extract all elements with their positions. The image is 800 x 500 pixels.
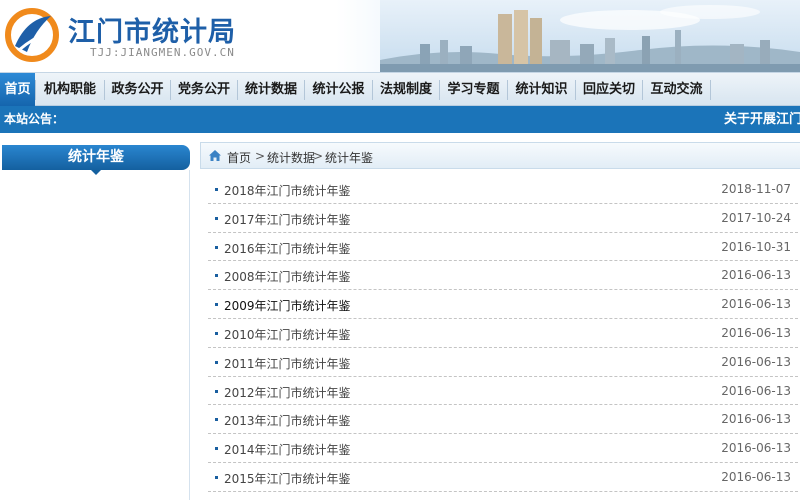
home-icon[interactable] <box>208 149 222 162</box>
nav-divider <box>710 80 711 100</box>
square-bullet-icon <box>215 303 218 307</box>
list-item[interactable]: 2010年江门市统计年鉴 2016-06-13 <box>208 319 798 348</box>
breadcrumb-current: 统计年鉴 <box>325 151 374 165</box>
square-bullet-icon <box>215 360 218 364</box>
list-item[interactable]: 2009年江门市统计年鉴 2016-06-13 <box>208 290 798 319</box>
main-nav: 首页 机构职能 政务公开 党务公开 统计数据 统计公报 法规制度 学习专题 统计… <box>0 72 800 106</box>
nav-item-statistics-data[interactable]: 统计数据 <box>238 73 304 106</box>
site-header: 江门市统计局 TJJ:JIANGMEN.GOV.CN <box>0 0 800 72</box>
square-bullet-icon <box>215 245 218 249</box>
list-item-title[interactable]: 2016年江门市统计年鉴 <box>224 240 351 257</box>
square-bullet-icon <box>215 274 218 278</box>
city-skyline-banner <box>380 0 800 72</box>
list-item-date: 2016-06-13 <box>721 383 791 398</box>
list-item[interactable]: 2011年江门市统计年鉴 2016-06-13 <box>208 348 798 377</box>
square-bullet-icon <box>215 475 218 479</box>
list-item-date: 2016-10-31 <box>721 239 791 254</box>
list-item-date: 2016-06-13 <box>721 469 791 484</box>
sidebar-title-pointer <box>91 170 101 175</box>
list-item-title[interactable]: 2008年江门市统计年鉴 <box>224 268 351 285</box>
nav-item-interaction[interactable]: 互动交流 <box>643 73 710 106</box>
breadcrumb: 首页 > 统计数据 > 统计年鉴 <box>200 142 800 169</box>
list-item-title[interactable]: 2015年江门市统计年鉴 <box>224 470 351 487</box>
nav-item-home[interactable]: 首页 <box>0 73 35 106</box>
list-item[interactable]: 2015年江门市统计年鉴 2016-06-13 <box>208 463 798 492</box>
sidebar-panel <box>2 170 190 500</box>
square-bullet-icon <box>215 331 218 335</box>
list-item-date: 2017-10-24 <box>721 210 791 225</box>
sidebar-title[interactable]: 统计年鉴 <box>2 145 190 170</box>
square-bullet-icon <box>215 447 218 451</box>
list-item-title[interactable]: 2017年江门市统计年鉴 <box>224 211 351 228</box>
list-item[interactable]: 2012年江门市统计年鉴 2016-06-13 <box>208 377 798 406</box>
list-item-date: 2016-06-13 <box>721 325 791 340</box>
list-item[interactable]: 2008年江门市统计年鉴 2016-06-13 <box>208 261 798 291</box>
nav-item-party-affairs[interactable]: 党务公开 <box>171 73 237 106</box>
list-item-title[interactable]: 2018年江门市统计年鉴 <box>224 182 351 199</box>
list-item-date: 2016-06-13 <box>721 441 791 456</box>
list-item-title[interactable]: 2010年江门市统计年鉴 <box>224 326 351 343</box>
square-bullet-icon <box>215 418 218 422</box>
site-name[interactable]: 江门市统计局 <box>68 10 236 49</box>
list-item-title[interactable]: 2013年江门市统计年鉴 <box>224 412 351 429</box>
nav-item-responses[interactable]: 回应关切 <box>576 73 642 106</box>
nav-item-statistics-knowledge[interactable]: 统计知识 <box>508 73 575 106</box>
notice-label: 本站公告： <box>4 112 65 126</box>
list-item-date: 2016-06-13 <box>721 268 791 283</box>
list-item-title[interactable]: 2011年江门市统计年鉴 <box>224 355 351 372</box>
nav-item-functions[interactable]: 机构职能 <box>36 73 104 106</box>
square-bullet-icon <box>215 389 218 393</box>
list-item[interactable]: 2018年江门市统计年鉴 2018-11-07 <box>208 175 798 204</box>
nav-item-bulletins[interactable]: 统计公报 <box>305 73 372 106</box>
nav-item-regulations[interactable]: 法规制度 <box>373 73 439 106</box>
list-item[interactable]: 2017年江门市统计年鉴 2017-10-24 <box>208 204 798 233</box>
site-domain: TJJ:JIANGMEN.GOV.CN <box>90 46 235 59</box>
nav-item-government-affairs[interactable]: 政务公开 <box>105 73 170 106</box>
list-item-title[interactable]: 2009年江门市统计年鉴 <box>224 297 351 314</box>
breadcrumb-statistics-data[interactable]: 统计数据 <box>267 149 315 166</box>
list-item-date: 2018-11-07 <box>721 182 791 196</box>
nav-item-study-topics[interactable]: 学习专题 <box>440 73 507 106</box>
square-bullet-icon <box>215 216 218 220</box>
site-logo-icon[interactable] <box>5 8 59 62</box>
list-item-date: 2016-06-13 <box>721 297 791 312</box>
list-item[interactable]: 2013年江门市统计年鉴 2016-06-13 <box>208 405 798 435</box>
breadcrumb-separator: > <box>255 149 266 163</box>
list-item-title[interactable]: 2014年江门市统计年鉴 <box>224 441 351 458</box>
yearbook-list: 2018年江门市统计年鉴 2018-11-07 2017年江门市统计年鉴 201… <box>208 175 798 492</box>
list-item-date: 2016-06-13 <box>721 354 791 369</box>
list-item[interactable]: 2014年江门市统计年鉴 2016-06-13 <box>208 434 798 463</box>
notice-bar: 本站公告： 关于开展江门 <box>0 106 800 133</box>
list-item-title[interactable]: 2012年江门市统计年鉴 <box>224 384 351 401</box>
notice-marquee-link[interactable]: 关于开展江门 <box>724 106 800 133</box>
breadcrumb-separator: > <box>313 149 324 163</box>
breadcrumb-home[interactable]: 首页 <box>227 149 251 166</box>
list-item-date: 2016-06-13 <box>721 412 791 427</box>
list-item[interactable]: 2016年江门市统计年鉴 2016-10-31 <box>208 233 798 262</box>
square-bullet-icon <box>215 188 218 191</box>
